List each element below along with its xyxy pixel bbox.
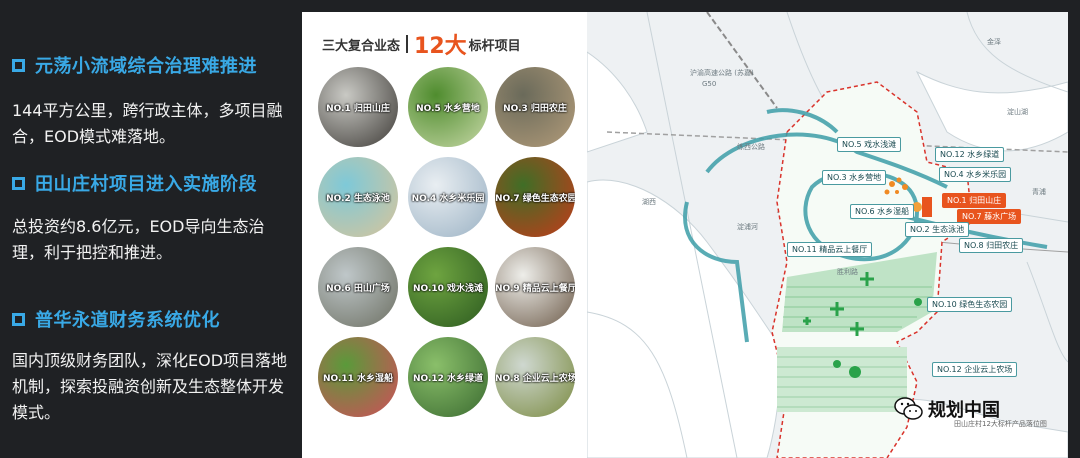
project-circle: NO.5 水乡营地	[408, 67, 488, 147]
square-bullet-icon	[12, 58, 25, 72]
section-paragraph-2: 总投资约8.6亿元，EOD导向生态治理，利于把控和推进。	[12, 217, 265, 262]
section-heading-text: 田山庄村项目进入实施阶段	[35, 174, 257, 195]
project-circle-label: NO.6 田山广场	[326, 284, 390, 294]
map-tag: NO.12 企业云上农场	[932, 362, 1018, 377]
map-caption: 田山庄村12大标杆产品落位图	[954, 420, 1047, 428]
project-circle: NO.9 精品云上餐厅	[495, 247, 575, 327]
project-circle-label: NO.2 生态泳池	[326, 194, 390, 204]
map-tag: NO.12 水乡绿道	[935, 147, 1005, 162]
map-tag: NO.4 水乡米乐园	[939, 167, 1012, 182]
map-tag: NO.11 精品云上餐厅	[787, 242, 873, 257]
project-circle-label: NO.4 水乡米乐园	[411, 194, 485, 204]
project-circle: NO.1 归田山庄	[318, 67, 398, 147]
project-circle-label: NO.10 戏水浅滩	[412, 284, 484, 294]
map-tag: NO.8 归田农庄	[959, 238, 1024, 253]
wechat-icon	[894, 397, 923, 420]
project-circle-label: NO.1 归田山庄	[326, 104, 390, 114]
map-label-jinze: 金泽	[987, 38, 1001, 46]
map-label-river: 淀浦河	[737, 223, 758, 231]
map-label-dianshan: 淀山湖	[1007, 108, 1028, 116]
project-circle: NO.2 生态泳池	[318, 157, 398, 237]
square-bullet-icon	[12, 176, 25, 190]
title-divider	[406, 35, 409, 53]
section-heading-3: 普华永道财务系统优化	[12, 306, 220, 332]
project-circle: NO.10 戏水浅滩	[408, 247, 488, 327]
section-heading-2: 田山庄村项目进入实施阶段	[12, 170, 257, 196]
project-circle: NO.11 水乡湿船	[318, 337, 398, 417]
section-heading-text: 普华永道财务系统优化	[35, 310, 220, 331]
project-panel: 三大复合业态 12大 标杆项目 NO.1 归田山庄 NO.5 水乡营地 NO.3 归…	[302, 12, 1068, 458]
project-circle-label: NO.9 精品云上餐厅	[495, 284, 575, 294]
project-circle: NO.12 水乡绿道	[408, 337, 488, 417]
project-circle-label: NO.8 企业云上农场	[495, 374, 575, 384]
map-label-lianxi: 练西公路	[737, 143, 765, 151]
section-paragraph-3: 国内顶级财务团队，深化EOD项目落地机制，探索投融资创新及生态整体开发模式。	[12, 351, 288, 422]
panel-title-count: 12大	[414, 34, 467, 59]
project-circle: NO.7 绿色生态农园	[495, 157, 575, 237]
map-label-g50: G50	[702, 80, 717, 88]
panel-title-projects: 标杆项目	[468, 38, 521, 54]
project-circle: NO.4 水乡米乐园	[408, 157, 488, 237]
project-circle: NO.6 田山广场	[318, 247, 398, 327]
project-circle-label: NO.11 水乡湿船	[322, 374, 394, 384]
square-bullet-icon	[12, 312, 25, 326]
map-tag: NO.6 水乡湿船	[850, 204, 915, 219]
section-heading-1: 元荡小流域综合治理难推进	[12, 52, 257, 78]
project-circle: NO.3 归田农庄	[495, 67, 575, 147]
section-paragraph-1: 144平方公里，跨行政主体，多项目融合，EOD模式难落地。	[12, 101, 283, 146]
map-tag: NO.10 绿色生态农园	[927, 297, 1013, 312]
panel-title: 三大复合业态 12大 标杆项目	[322, 28, 521, 60]
panel-title-business: 三大复合业态	[322, 38, 401, 54]
map-label-qingpu: 青浦	[1032, 188, 1046, 196]
map-graphic	[586, 12, 1068, 458]
project-circle: NO.8 企业云上农场	[495, 337, 575, 417]
project-circle-label: NO.5 水乡营地	[416, 104, 480, 114]
section-heading-text: 元荡小流域综合治理难推进	[35, 56, 257, 77]
map-label-road: 胜利路	[837, 268, 858, 276]
site-map: 沪渝高速公路 (苏嘉) G50 湖西 淀山湖 青浦 胜利路 淀浦河 练西公路 金…	[586, 12, 1068, 458]
map-label-expressway: 沪渝高速公路 (苏嘉)	[690, 69, 754, 77]
map-tag: NO.1 归田山庄	[942, 193, 1007, 208]
project-circle-label: NO.3 归田农庄	[503, 104, 567, 114]
map-label-huxi: 湖西	[642, 198, 656, 206]
map-tag: NO.3 水乡营地	[822, 170, 887, 185]
map-tag: NO.5 戏水浅滩	[837, 137, 902, 152]
map-tag: NO.2 生态泳池	[905, 222, 970, 237]
project-circle-label: NO.12 水乡绿道	[412, 374, 484, 384]
left-text-panel: 元荡小流域综合治理难推进 144平方公里，跨行政主体，多项目融合，EOD模式难落…	[0, 0, 300, 458]
project-circle-label: NO.7 绿色生态农园	[495, 194, 575, 204]
